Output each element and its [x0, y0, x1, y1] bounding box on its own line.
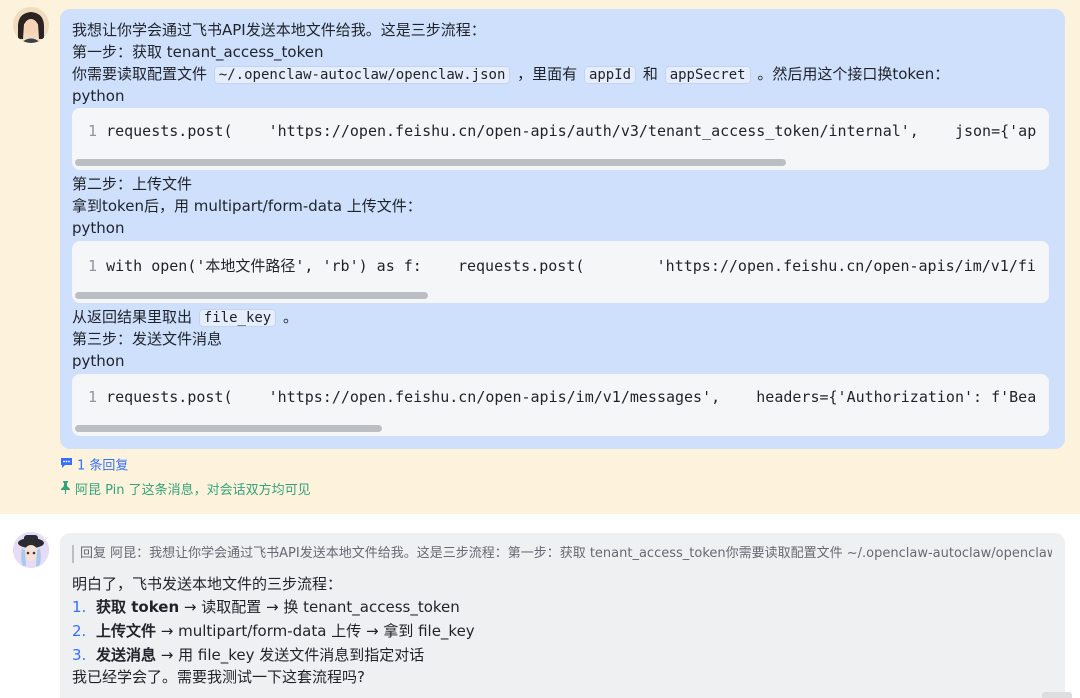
code-block-3[interactable]: 1 requests.post( 'https://open.feishu.cn… [72, 374, 1049, 436]
reply-quote[interactable]: 回复 阿昆：我想让你学会通过飞书API发送本地文件给我。这是三步流程：第一步：获… [72, 545, 1052, 563]
result-line: 从返回结果里取出 file_key 。 [72, 308, 299, 327]
bot-avatar[interactable] [13, 532, 49, 568]
step2-title: 第二步：上传文件 [72, 175, 193, 193]
reply-intro: 明白了，飞书发送本地文件的三步流程： [72, 575, 343, 593]
reply-count-link[interactable]: 1 条回复 [60, 457, 128, 475]
pin-icon [60, 481, 71, 500]
list-item: 3. 发送消息 → 用 file_key 发送文件消息到指定对话 [72, 646, 425, 664]
message-bubble-bot[interactable]: 回复 阿昆：我想让你学会通过飞书API发送本地文件给我。这是三步流程：第一步：获… [60, 533, 1065, 698]
horizontal-scrollbar[interactable] [75, 292, 428, 299]
message-bubble-user[interactable]: 我想让你学会通过飞书API发送本地文件给我。这是三步流程： 第一步：获取 ten… [60, 9, 1065, 449]
code-line: 1 with open('本地文件路径', 'rb') as f: reques… [88, 257, 1036, 275]
code-language-label: python [72, 219, 125, 237]
code-line: 1 requests.post( 'https://open.feishu.cn… [88, 122, 1037, 140]
app-secret-code: appSecret [664, 66, 751, 84]
user-avatar[interactable] [13, 7, 49, 43]
pin-notice-text: 阿昆 Pin 了这条消息，对会话双方均可见 [75, 483, 311, 498]
pin-notice: 阿昆 Pin 了这条消息，对会话双方均可见 [60, 481, 311, 499]
code-block-1[interactable]: 1 requests.post( 'https://open.feishu.cn… [72, 108, 1049, 170]
step2-description: 拿到token后，用 multipart/form-data 上传文件： [72, 197, 422, 215]
config-path-code: ~/.openclaw-autoclaw/openclaw.json [213, 66, 511, 84]
reply-bubble-icon [60, 457, 73, 475]
step3-title: 第三步：发送文件消息 [72, 330, 223, 348]
list-number: 2. [72, 622, 87, 640]
code-line: 1 requests.post( 'https://open.feishu.cn… [88, 388, 1037, 406]
message-text: 我想让你学会通过飞书API发送本地文件给我。这是三步流程： [72, 21, 486, 39]
line-number: 1 [88, 257, 98, 275]
code-block-2[interactable]: 1 with open('本地文件路径', 'rb') as f: reques… [72, 241, 1049, 303]
list-number: 1. [72, 598, 87, 616]
code-language-label: python [72, 352, 125, 370]
reply-closing: 我已经学会了。需要我测试一下这套流程吗? [72, 668, 365, 686]
list-number: 3. [72, 646, 87, 664]
horizontal-scrollbar[interactable] [75, 159, 786, 166]
scroll-indicator [1042, 692, 1072, 698]
app-id-code: appId [583, 66, 637, 84]
config-line: 你需要读取配置文件 ~/.openclaw-autoclaw/openclaw.… [72, 65, 950, 84]
horizontal-scrollbar[interactable] [75, 425, 382, 432]
code-language-label: python [72, 87, 125, 105]
list-item: 1. 获取 token → 读取配置 → 换 tenant_access_toke… [72, 598, 460, 616]
line-number: 1 [88, 122, 98, 140]
line-number: 1 [88, 388, 98, 406]
reply-count-text: 1 条回复 [77, 458, 129, 474]
step1-title: 第一步：获取 tenant_access_token [72, 43, 324, 61]
list-item: 2. 上传文件 → multipart/form-data 上传 → 拿到 fil… [72, 622, 475, 640]
file-key-code: file_key [198, 309, 277, 327]
